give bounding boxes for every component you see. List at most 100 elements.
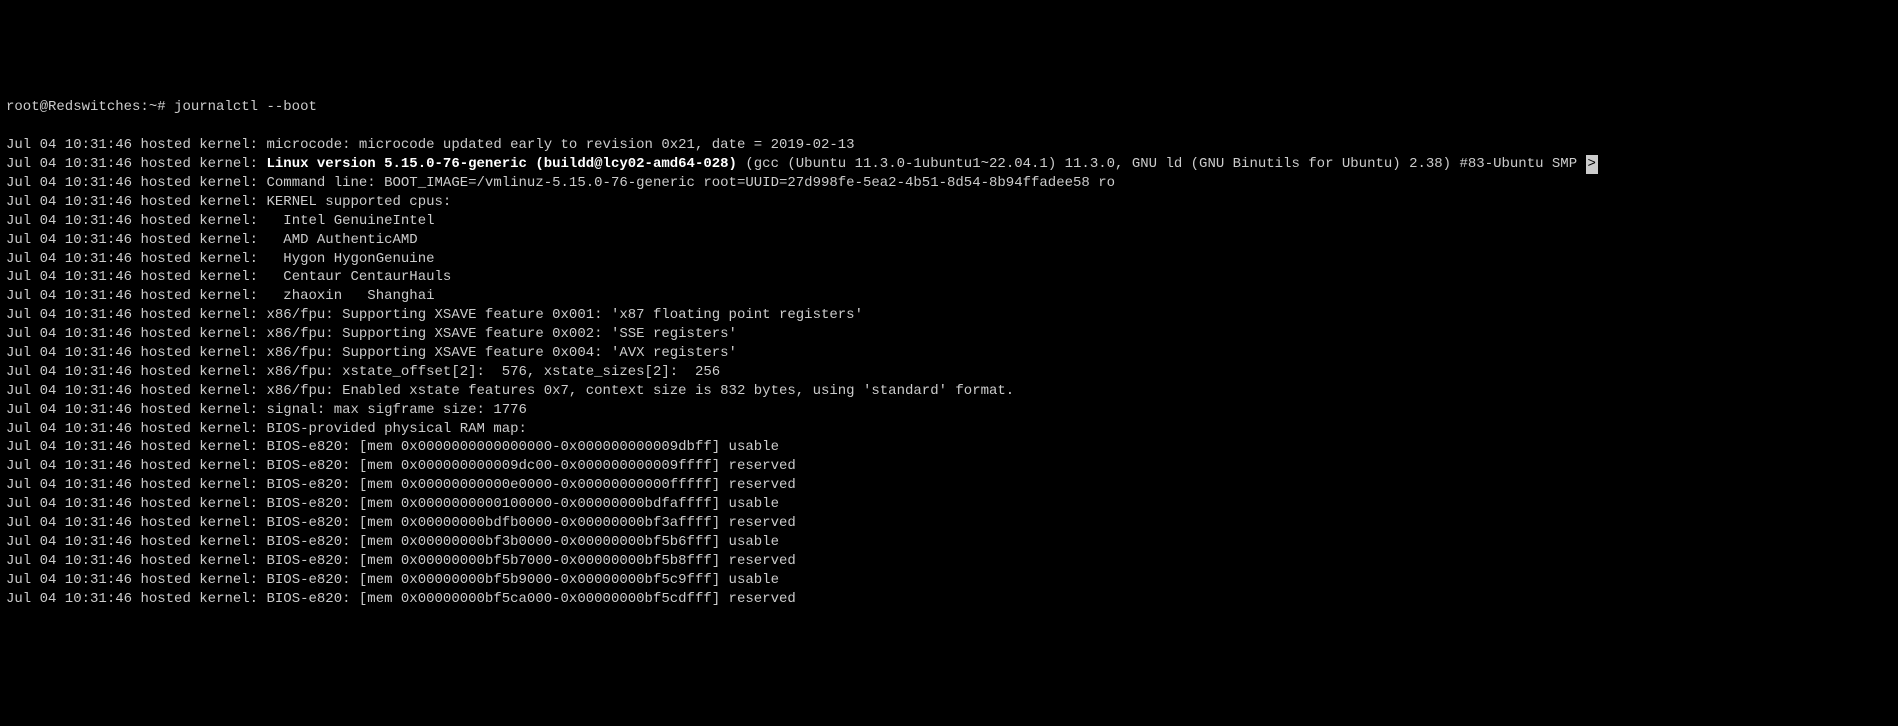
terminal-output[interactable]: root@Redswitches:~# journalctl --boot Ju… — [6, 80, 1892, 628]
log-host: hosted — [140, 553, 190, 569]
log-host: hosted — [140, 515, 190, 531]
log-line: Jul 04 10:31:46 hosted kernel: BIOS-e820… — [6, 533, 1892, 552]
log-timestamp: Jul 04 10:31:46 — [6, 175, 132, 191]
log-line: Jul 04 10:31:46 hosted kernel: BIOS-e820… — [6, 571, 1892, 590]
log-source: kernel: — [199, 288, 258, 304]
log-line: Jul 04 10:31:46 hosted kernel: BIOS-e820… — [6, 590, 1892, 609]
log-message: BIOS-e820: [mem 0x0000000000000000-0x000… — [266, 439, 778, 455]
log-source: kernel: — [199, 572, 258, 588]
log-message: Intel GenuineIntel — [266, 213, 434, 229]
log-source: kernel: — [199, 553, 258, 569]
log-message: KERNEL supported cpus: — [266, 194, 451, 210]
log-source: kernel: — [199, 326, 258, 342]
log-source: kernel: — [199, 345, 258, 361]
prompt-user-host: root@Redswitches — [6, 99, 140, 115]
log-host: hosted — [140, 383, 190, 399]
log-timestamp: Jul 04 10:31:46 — [6, 232, 132, 248]
log-line: Jul 04 10:31:46 hosted kernel: x86/fpu: … — [6, 306, 1892, 325]
log-timestamp: Jul 04 10:31:46 — [6, 364, 132, 380]
log-message: microcode: microcode updated early to re… — [266, 137, 854, 153]
log-line: Jul 04 10:31:46 hosted kernel: Command l… — [6, 174, 1892, 193]
log-host: hosted — [140, 477, 190, 493]
scroll-right-indicator: > — [1586, 155, 1598, 174]
log-timestamp: Jul 04 10:31:46 — [6, 307, 132, 323]
log-line: Jul 04 10:31:46 hosted kernel: BIOS-e820… — [6, 438, 1892, 457]
log-line: Jul 04 10:31:46 hosted kernel: x86/fpu: … — [6, 325, 1892, 344]
log-source: kernel: — [199, 496, 258, 512]
log-message: BIOS-e820: [mem 0x00000000bf5b7000-0x000… — [266, 553, 795, 569]
log-host: hosted — [140, 591, 190, 607]
log-timestamp: Jul 04 10:31:46 — [6, 383, 132, 399]
log-output: Jul 04 10:31:46 hosted kernel: microcode… — [6, 136, 1892, 608]
log-source: kernel: — [199, 477, 258, 493]
log-message: BIOS-e820: [mem 0x00000000bf5ca000-0x000… — [266, 591, 795, 607]
log-line: Jul 04 10:31:46 hosted kernel: BIOS-e820… — [6, 495, 1892, 514]
log-host: hosted — [140, 572, 190, 588]
log-source: kernel: — [199, 156, 258, 172]
log-line: Jul 04 10:31:46 hosted kernel: BIOS-e820… — [6, 476, 1892, 495]
log-source: kernel: — [199, 251, 258, 267]
log-source: kernel: — [199, 364, 258, 380]
log-source: kernel: — [199, 402, 258, 418]
entered-command: journalctl --boot — [174, 99, 317, 115]
log-timestamp: Jul 04 10:31:46 — [6, 515, 132, 531]
log-message-highlight: Linux version 5.15.0-76-generic (buildd@… — [266, 156, 736, 172]
log-line: Jul 04 10:31:46 hosted kernel: BIOS-e820… — [6, 514, 1892, 533]
log-line: Jul 04 10:31:46 hosted kernel: BIOS-e820… — [6, 457, 1892, 476]
log-host: hosted — [140, 326, 190, 342]
log-message: (gcc (Ubuntu 11.3.0-1ubuntu1~22.04.1) 11… — [737, 156, 1586, 172]
log-host: hosted — [140, 251, 190, 267]
log-timestamp: Jul 04 10:31:46 — [6, 156, 132, 172]
log-line: Jul 04 10:31:46 hosted kernel: zhaoxin S… — [6, 287, 1892, 306]
log-line: Jul 04 10:31:46 hosted kernel: microcode… — [6, 136, 1892, 155]
log-line: Jul 04 10:31:46 hosted kernel: AMD Authe… — [6, 231, 1892, 250]
log-timestamp: Jul 04 10:31:46 — [6, 288, 132, 304]
log-host: hosted — [140, 364, 190, 380]
log-message: BIOS-e820: [mem 0x000000000009dc00-0x000… — [266, 458, 795, 474]
log-source: kernel: — [199, 269, 258, 285]
log-host: hosted — [140, 288, 190, 304]
log-timestamp: Jul 04 10:31:46 — [6, 591, 132, 607]
log-source: kernel: — [199, 307, 258, 323]
log-timestamp: Jul 04 10:31:46 — [6, 345, 132, 361]
log-message: BIOS-e820: [mem 0x00000000bf3b0000-0x000… — [266, 534, 778, 550]
log-host: hosted — [140, 402, 190, 418]
log-message: BIOS-provided physical RAM map: — [266, 421, 526, 437]
log-host: hosted — [140, 496, 190, 512]
log-timestamp: Jul 04 10:31:46 — [6, 572, 132, 588]
log-timestamp: Jul 04 10:31:46 — [6, 194, 132, 210]
log-host: hosted — [140, 345, 190, 361]
log-host: hosted — [140, 269, 190, 285]
log-message: BIOS-e820: [mem 0x00000000bdfb0000-0x000… — [266, 515, 795, 531]
log-line: Jul 04 10:31:46 hosted kernel: Hygon Hyg… — [6, 250, 1892, 269]
log-source: kernel: — [199, 421, 258, 437]
log-timestamp: Jul 04 10:31:46 — [6, 496, 132, 512]
log-timestamp: Jul 04 10:31:46 — [6, 458, 132, 474]
log-message: BIOS-e820: [mem 0x00000000bf5b9000-0x000… — [266, 572, 778, 588]
log-source: kernel: — [199, 515, 258, 531]
log-source: kernel: — [199, 439, 258, 455]
log-source: kernel: — [199, 591, 258, 607]
log-host: hosted — [140, 534, 190, 550]
log-host: hosted — [140, 156, 190, 172]
log-host: hosted — [140, 194, 190, 210]
log-timestamp: Jul 04 10:31:46 — [6, 477, 132, 493]
log-line: Jul 04 10:31:46 hosted kernel: x86/fpu: … — [6, 363, 1892, 382]
log-message: BIOS-e820: [mem 0x0000000000100000-0x000… — [266, 496, 778, 512]
log-message: x86/fpu: Enabled xstate features 0x7, co… — [266, 383, 1014, 399]
log-line: Jul 04 10:31:46 hosted kernel: Centaur C… — [6, 268, 1892, 287]
log-line: Jul 04 10:31:46 hosted kernel: signal: m… — [6, 401, 1892, 420]
log-timestamp: Jul 04 10:31:46 — [6, 213, 132, 229]
log-message: x86/fpu: Supporting XSAVE feature 0x002:… — [266, 326, 736, 342]
log-message: zhaoxin Shanghai — [266, 288, 434, 304]
log-host: hosted — [140, 439, 190, 455]
log-source: kernel: — [199, 458, 258, 474]
log-message: signal: max sigframe size: 1776 — [266, 402, 526, 418]
log-host: hosted — [140, 421, 190, 437]
log-line: Jul 04 10:31:46 hosted kernel: BIOS-e820… — [6, 552, 1892, 571]
log-source: kernel: — [199, 534, 258, 550]
log-source: kernel: — [199, 137, 258, 153]
log-timestamp: Jul 04 10:31:46 — [6, 439, 132, 455]
log-source: kernel: — [199, 383, 258, 399]
log-host: hosted — [140, 175, 190, 191]
